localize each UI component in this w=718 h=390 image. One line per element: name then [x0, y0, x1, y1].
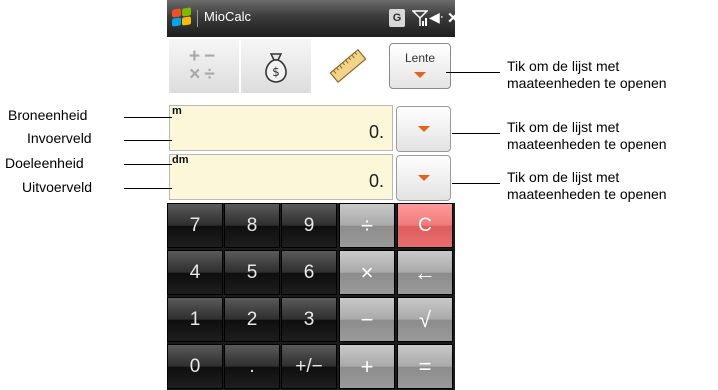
calculator-icon: +− ×÷	[188, 46, 220, 85]
target-unit-label: dm	[172, 154, 189, 166]
key-1[interactable]: 1	[167, 297, 223, 342]
dropdown-arrow-icon	[417, 175, 430, 181]
key-add[interactable]: +	[339, 344, 395, 389]
key-4[interactable]: 4	[167, 250, 223, 295]
target-unit-dropdown[interactable]	[396, 155, 451, 201]
callout-input-field: Invoerveld	[27, 130, 92, 146]
title-bar: MioCalc G ◀ᐧ ✕	[167, 0, 455, 37]
units-mode-button[interactable]	[313, 39, 383, 93]
callout-target-dropdown: Tik om de lijst met maateenheden te opene…	[507, 169, 667, 202]
key-9[interactable]: 9	[281, 203, 337, 248]
key-8[interactable]: 8	[224, 203, 280, 248]
source-unit-dropdown[interactable]	[396, 106, 451, 152]
callout-line	[124, 188, 172, 189]
callout-output-field: Uitvoerveld	[22, 179, 93, 195]
callout-source-unit: Broneenheid	[8, 107, 88, 123]
key-subtract[interactable]: −	[339, 297, 395, 342]
close-icon[interactable]: ✕	[447, 9, 455, 27]
g-status-icon[interactable]: G	[389, 9, 405, 27]
output-value: 0.	[368, 171, 384, 191]
mode-bar: +− ×÷ $ Lente	[167, 37, 455, 99]
signal-icon[interactable]	[411, 9, 429, 27]
callout-target-unit: Doeleenheid	[5, 155, 84, 171]
key-6[interactable]: 6	[281, 250, 337, 295]
dropdown-arrow-icon	[414, 72, 426, 78]
key-square-root[interactable]: √	[397, 297, 453, 342]
calculator-mode-button[interactable]: +− ×÷	[169, 39, 239, 93]
input-field[interactable]: m 0.	[169, 105, 393, 151]
key-backspace[interactable]: ←	[397, 250, 453, 295]
callout-line	[124, 164, 172, 165]
callout-line	[124, 117, 172, 118]
callout-category-dropdown: Tik om de lijst met maateenheden te opene…	[507, 58, 667, 91]
source-unit-label: m	[172, 105, 182, 117]
volume-icon[interactable]: ◀ᐧ	[429, 9, 447, 27]
callout-line	[452, 133, 500, 134]
ruler-icon	[329, 49, 367, 83]
device-screen: MioCalc G ◀ᐧ ✕ +− ×÷ $ Lente m 0. dm 0. …	[167, 0, 455, 390]
key-multiply[interactable]: ×	[339, 250, 395, 295]
app-title: MioCalc	[204, 9, 251, 24]
money-bag-icon: $	[265, 53, 287, 83]
callout-line	[452, 183, 500, 184]
conversion-area: m 0. dm 0.	[167, 99, 455, 203]
key-3[interactable]: 3	[281, 297, 337, 342]
key-plus-minus[interactable]: +/−	[281, 344, 337, 389]
key-5[interactable]: 5	[224, 250, 280, 295]
category-dropdown[interactable]: Lente	[389, 43, 451, 89]
callout-line	[124, 140, 172, 141]
key-7[interactable]: 7	[167, 203, 223, 248]
input-value: 0.	[368, 122, 384, 142]
svg-text:$: $	[272, 65, 280, 79]
callout-line	[446, 72, 500, 73]
windows-start-icon[interactable]	[171, 7, 193, 28]
key-clear[interactable]: C	[397, 203, 453, 248]
key-divide[interactable]: ÷	[339, 203, 395, 248]
currency-mode-button[interactable]: $	[241, 39, 311, 93]
title-separator	[197, 10, 198, 27]
category-dropdown-label: Lente	[404, 51, 436, 65]
callout-source-dropdown: Tik om de lijst met maateenheden te opene…	[507, 119, 667, 152]
key-0[interactable]: 0	[167, 344, 223, 389]
output-field[interactable]: dm 0.	[169, 154, 393, 200]
key-equals[interactable]: =	[397, 344, 453, 389]
keypad: 7 8 9 ÷ C 4 5 6 × ← 1 2 3 − √ 0 . +/− + …	[167, 203, 455, 390]
key-decimal[interactable]: .	[224, 344, 280, 389]
dropdown-arrow-icon	[417, 126, 430, 132]
key-2[interactable]: 2	[224, 297, 280, 342]
